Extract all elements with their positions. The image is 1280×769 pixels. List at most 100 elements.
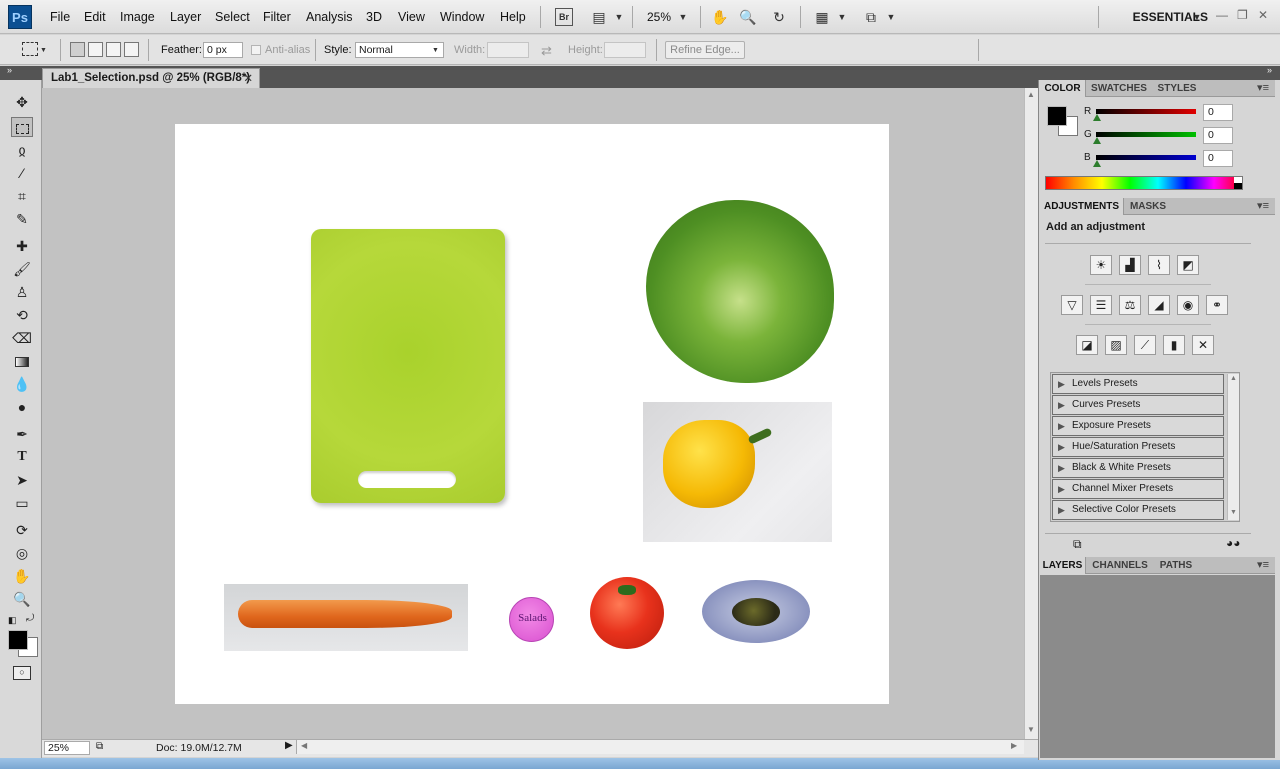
toolbox-header[interactable]: » [0, 65, 42, 80]
anti-alias-checkbox[interactable] [251, 45, 261, 55]
eyedropper-tool-icon[interactable]: ✎ [11, 209, 33, 229]
preset-exposure[interactable]: ▶ Exposure Presets [1052, 416, 1224, 436]
chevron-down-icon[interactable]: ▼ [674, 8, 692, 26]
layers-list[interactable] [1040, 575, 1275, 758]
chevron-down-icon[interactable]: ▼ [610, 8, 628, 26]
dodge-tool-icon[interactable]: ● [11, 397, 33, 417]
expand-triangle-icon[interactable]: ▶ [1058, 438, 1065, 456]
threshold-icon[interactable]: ⟋ [1134, 335, 1156, 355]
blue-channel-value[interactable]: 0 [1203, 150, 1233, 167]
eraser-tool-icon[interactable]: ⌫ [11, 328, 33, 348]
red-channel-slider[interactable] [1096, 109, 1196, 114]
menu-view[interactable]: View [398, 10, 425, 24]
color-spectrum-bar[interactable] [1045, 176, 1243, 190]
blur-tool-icon[interactable]: 💧 [11, 374, 33, 394]
black-white-icon[interactable]: ◢ [1148, 295, 1170, 315]
tomato-image[interactable] [590, 577, 664, 649]
quick-mask-icon[interactable]: ○ [13, 666, 31, 680]
preset-levels[interactable]: ▶ Levels Presets [1052, 374, 1224, 394]
color-balance-icon[interactable]: ⚖ [1119, 295, 1141, 315]
green-channel-slider[interactable] [1096, 132, 1196, 137]
hand-tool-icon[interactable]: ✋ [11, 566, 33, 586]
cutting-board-image[interactable] [311, 229, 505, 503]
close-icon[interactable]: ✕ [243, 71, 253, 85]
restore-icon[interactable]: ❐ [1237, 8, 1248, 22]
bridge-button[interactable]: Br [555, 8, 573, 26]
menu-window[interactable]: Window [440, 10, 484, 24]
selective-color-icon[interactable]: ✕ [1192, 335, 1214, 355]
status-menu-arrow-icon[interactable]: ▶ [285, 740, 293, 751]
curves-icon[interactable]: ⌇ [1148, 255, 1170, 275]
vibrance-icon[interactable]: ▽ [1061, 295, 1083, 315]
scroll-up-icon[interactable]: ▲ [1027, 90, 1035, 99]
swap-icon[interactable]: ⇄ [541, 43, 552, 59]
rotate-view-icon[interactable]: ↻ [770, 8, 788, 26]
vertical-scrollbar[interactable]: ▲ ▼ [1024, 88, 1038, 739]
add-to-selection-button[interactable] [88, 42, 103, 57]
style-select[interactable]: Normal [355, 42, 444, 58]
tab-swatches[interactable]: SWATCHES [1088, 80, 1150, 97]
foreground-color-swatch[interactable] [8, 630, 28, 650]
refine-edge-button[interactable]: Refine Edge... [665, 41, 745, 59]
lasso-tool-icon[interactable]: ჲ [11, 140, 33, 160]
scroll-right-icon[interactable]: ▶ [1011, 741, 1017, 750]
return-to-list-icon[interactable]: ⧉ [1073, 537, 1082, 552]
zoom-tool-icon[interactable]: 🔍 [11, 589, 33, 609]
channel-mixer-icon[interactable]: ⚭ [1206, 295, 1228, 315]
expand-icon[interactable]: » [1267, 65, 1272, 75]
menu-image[interactable]: Image [120, 10, 155, 24]
foreground-color-swatch[interactable] [1047, 106, 1067, 126]
preset-hue-saturation[interactable]: ▶ Hue/Saturation Presets [1052, 437, 1224, 457]
document-canvas[interactable]: Salads [175, 124, 889, 704]
salads-logo[interactable]: Salads [509, 597, 554, 642]
subtract-from-selection-button[interactable] [106, 42, 121, 57]
tab-masks[interactable]: MASKS [1126, 198, 1170, 215]
tab-styles[interactable]: STYLES [1152, 80, 1202, 97]
move-tool-icon[interactable]: ✥ [11, 92, 33, 112]
clone-stamp-tool-icon[interactable]: ♙ [11, 282, 33, 302]
red-channel-value[interactable]: 0 [1203, 104, 1233, 121]
tab-layers[interactable]: LAYERS [1040, 557, 1086, 574]
chevron-down-icon[interactable]: ▼ [1188, 8, 1206, 26]
preset-curves[interactable]: ▶ Curves Presets [1052, 395, 1224, 415]
filmstrip-icon[interactable]: ▤ [590, 8, 608, 26]
olives-bowl-image[interactable] [702, 580, 810, 643]
scroll-up-icon[interactable]: ▲ [1230, 375, 1237, 382]
healing-brush-tool-icon[interactable]: ✚ [11, 236, 33, 256]
expand-triangle-icon[interactable]: ▶ [1058, 480, 1065, 498]
black-white-ramp[interactable] [1234, 177, 1242, 189]
pen-tool-icon[interactable]: ✒ [11, 424, 33, 444]
green-slider-thumb[interactable] [1093, 137, 1101, 144]
scroll-down-icon[interactable]: ▼ [1027, 725, 1035, 734]
levels-icon[interactable]: ▟ [1119, 255, 1141, 275]
status-preview-icon[interactable]: ⧉ [96, 741, 103, 752]
menu-edit[interactable]: Edit [84, 10, 106, 24]
rectangle-tool-icon[interactable]: ▭ [11, 493, 33, 513]
swap-colors-icon[interactable]: ⤾ [26, 613, 34, 624]
arrange-documents-icon[interactable]: ▦ [813, 8, 831, 26]
hand-icon[interactable]: ✋ [711, 8, 729, 26]
brush-tool-icon[interactable]: 🖌 [11, 259, 33, 279]
chevron-down-icon[interactable]: ▼ [882, 8, 900, 26]
tab-color[interactable]: COLOR [1040, 80, 1086, 97]
menu-layer[interactable]: Layer [170, 10, 201, 24]
posterize-icon[interactable]: ▨ [1105, 335, 1127, 355]
path-selection-tool-icon[interactable]: ➤ [11, 470, 33, 490]
document-tab[interactable]: Lab1_Selection.psd @ 25% (RGB/8*) ✕ [42, 68, 260, 88]
history-brush-tool-icon[interactable]: ⟲ [11, 305, 33, 325]
menu-select[interactable]: Select [215, 10, 250, 24]
tab-paths[interactable]: PATHS [1154, 557, 1198, 574]
clip-to-layer-icon[interactable]: ◕◕ [1226, 536, 1241, 550]
invert-icon[interactable]: ◪ [1076, 335, 1098, 355]
preset-selective-color[interactable]: ▶ Selective Color Presets [1052, 500, 1224, 520]
chevron-down-icon[interactable]: ▼ [833, 8, 851, 26]
expand-triangle-icon[interactable]: ▶ [1058, 417, 1065, 435]
close-icon[interactable]: ✕ [1258, 8, 1268, 22]
default-colors-icon[interactable]: ◧ [8, 615, 17, 626]
menu-filter[interactable]: Filter [263, 10, 291, 24]
zoom-icon[interactable]: 🔍 [739, 8, 757, 26]
marquee-tool-preset-icon[interactable] [22, 42, 38, 56]
quick-selection-tool-icon[interactable]: ⁄ [11, 163, 33, 183]
tab-adjustments[interactable]: ADJUSTMENTS [1040, 198, 1124, 215]
yellow-pepper-image[interactable] [643, 402, 832, 542]
